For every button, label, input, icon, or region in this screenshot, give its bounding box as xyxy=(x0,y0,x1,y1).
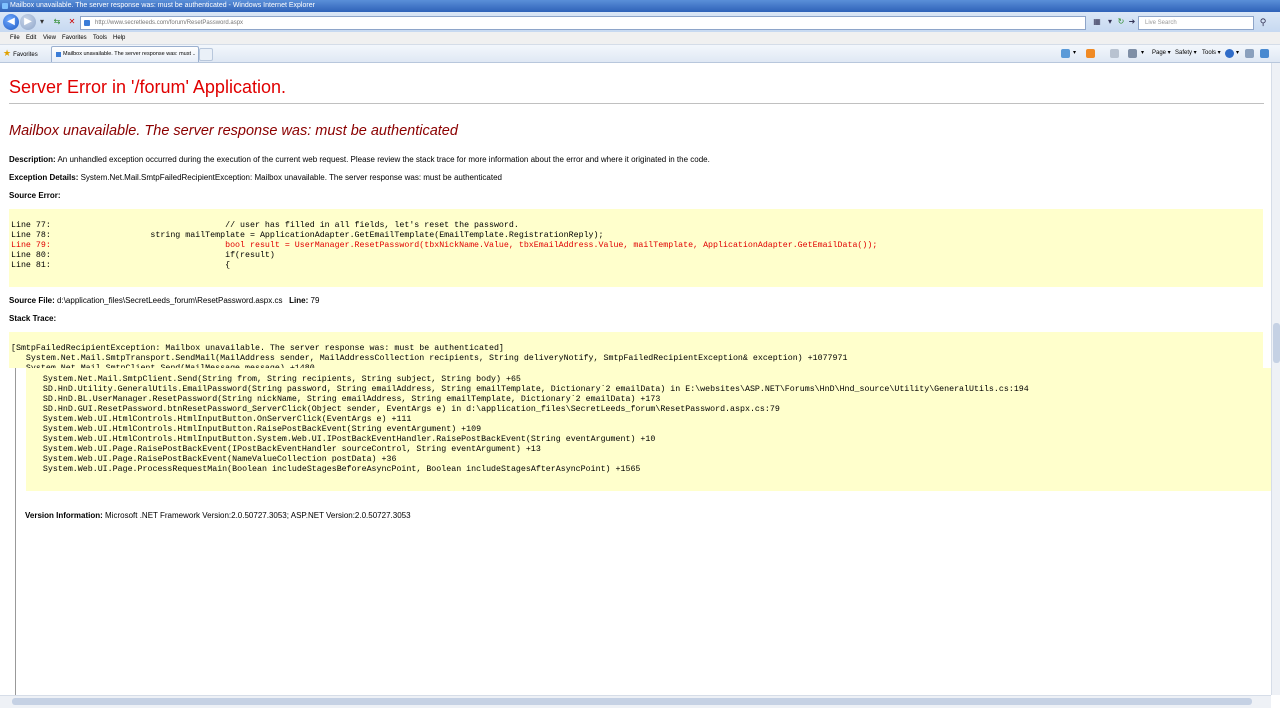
menu-help[interactable]: Help xyxy=(113,32,125,44)
tools-menu-label: Tools xyxy=(1202,50,1217,56)
stack-line: [SmtpFailedRecipientException: Mailbox u… xyxy=(11,344,504,353)
stack-line: SD.HnD.GUI.ResetPassword.btnResetPasswor… xyxy=(28,405,780,414)
search-icon[interactable]: ⚲ xyxy=(1257,16,1269,29)
help-icon[interactable] xyxy=(1225,49,1234,58)
back-button[interactable]: ◀ xyxy=(3,14,19,30)
source-line: Line 81: { xyxy=(11,261,231,270)
search-input[interactable]: Live Search xyxy=(1138,16,1254,30)
vertical-scroll-thumb[interactable] xyxy=(1273,323,1280,363)
line-value: 79 xyxy=(310,296,320,305)
stack-line: System.Web.UI.Page.RaisePostBackEvent(IP… xyxy=(28,445,541,454)
title-divider xyxy=(9,103,1264,104)
recent-pages-icon[interactable]: ▾ xyxy=(37,16,47,28)
source-line: Line 77: // user has filled in all field… xyxy=(11,221,519,230)
favorites-label: Favorites xyxy=(13,52,38,58)
stop-icon[interactable]: ✕ xyxy=(67,16,77,28)
stack-line: SD.HnD.BL.UserManager.ResetPassword(Stri… xyxy=(28,395,661,404)
source-error-label: Source Error: xyxy=(9,191,61,200)
favorites-and-tabs-bar: ★ Favorites Mailbox unavailable. The serv… xyxy=(0,45,1280,63)
help-dropdown-icon[interactable]: ▾ xyxy=(1236,47,1239,60)
safety-menu-label: Safety xyxy=(1175,50,1193,56)
address-toolbar: ◀ ▶ ▾ ⇆ ✕ http://www.secretleeds.com/for… xyxy=(0,12,1280,32)
description-label: Description: xyxy=(9,155,56,164)
tools-menu[interactable]: Tools ▾ xyxy=(1202,47,1221,60)
error-message: Mailbox unavailable. The server response… xyxy=(9,123,458,139)
safety-menu[interactable]: Safety ▾ xyxy=(1175,47,1197,60)
home-dropdown-icon[interactable]: ▾ xyxy=(1073,47,1076,60)
horizontal-scroll-thumb[interactable] xyxy=(12,698,1252,705)
source-file-line: Source File: d:\application_files\Secret… xyxy=(9,296,319,305)
version-label: Version Information: xyxy=(25,511,103,520)
extras-icon[interactable] xyxy=(1260,49,1269,58)
print-icon[interactable] xyxy=(1128,49,1137,58)
stack-line: System.Web.UI.HtmlControls.HtmlInputButt… xyxy=(28,425,482,434)
horizontal-scrollbar[interactable] xyxy=(0,695,1271,708)
page-title: Server Error in '/forum' Application. xyxy=(9,77,286,97)
description-line: Description: An unhandled exception occu… xyxy=(9,155,710,164)
source-line-highlighted: Line 79: bool result = UserManager.Reset… xyxy=(11,241,878,250)
search-placeholder: Live Search xyxy=(1145,20,1177,26)
home-icon[interactable] xyxy=(1061,49,1070,58)
source-line: Line 80: if(result) xyxy=(11,251,275,260)
stack-line: SD.HnD.Utility.GeneralUtils.EmailPasswor… xyxy=(28,385,1029,394)
version-text: Microsoft .NET Framework Version:2.0.507… xyxy=(105,511,411,520)
source-file-text: d:\application_files\SecretLeeds_forum\R… xyxy=(57,296,283,305)
research-icon[interactable] xyxy=(1245,49,1254,58)
source-file-label: Source File: xyxy=(9,296,55,305)
version-line: Version Information: Microsoft .NET Fram… xyxy=(25,511,411,520)
compat-icon[interactable]: ⇆ xyxy=(52,16,62,28)
page-menu[interactable]: Page ▾ xyxy=(1152,47,1171,60)
page-menu-label: Page xyxy=(1152,50,1167,56)
source-error-box: Line 77: // user has filled in all field… xyxy=(9,209,1263,287)
forward-button[interactable]: ▶ xyxy=(20,14,36,30)
page-viewport: Server Error in '/forum' Application. Ma… xyxy=(0,63,1271,695)
stack-line: System.Web.UI.Page.ProcessRequestMain(Bo… xyxy=(28,465,641,474)
stack-trace-box-continued: System.Net.Mail.SmtpClient.Send(String f… xyxy=(26,368,1271,491)
mail-icon[interactable] xyxy=(1110,49,1119,58)
stack-line: System.Web.UI.Page.RaisePostBackEvent(Na… xyxy=(28,455,397,464)
address-field[interactable]: http://www.secretleeds.com/forum/ResetPa… xyxy=(80,16,1086,30)
feeds-icon[interactable] xyxy=(1086,49,1095,58)
favorites-button[interactable]: ★ Favorites xyxy=(3,47,38,60)
menu-view[interactable]: View xyxy=(43,32,56,44)
exception-label: Exception Details: xyxy=(9,173,79,182)
stack-line: System.Net.Mail.SmtpTransport.SendMail(M… xyxy=(11,354,848,363)
url-text: http://www.secretleeds.com/forum/ResetPa… xyxy=(95,20,244,26)
print-dropdown-icon[interactable]: ▾ xyxy=(1141,47,1144,60)
go-icon[interactable]: ➜ xyxy=(1127,16,1137,28)
stack-trace-box: [SmtpFailedRecipientException: Mailbox u… xyxy=(9,332,1263,373)
exception-line: Exception Details: System.Net.Mail.SmtpF… xyxy=(9,173,502,182)
refresh-icon[interactable]: ↻ xyxy=(1116,16,1126,28)
stack-trace-label: Stack Trace: xyxy=(9,314,57,323)
menu-tools[interactable]: Tools xyxy=(93,32,107,44)
rss-status-icon[interactable]: ▦ xyxy=(1092,16,1102,28)
description-text: An unhandled exception occurred during t… xyxy=(57,155,710,164)
vertical-scrollbar[interactable] xyxy=(1271,63,1280,695)
line-label: Line: xyxy=(289,296,309,305)
menu-bar: File Edit View Favorites Tools Help xyxy=(0,32,1280,45)
stack-line: System.Web.UI.HtmlControls.HtmlInputButt… xyxy=(28,435,656,444)
tab-active[interactable]: Mailbox unavailable. The server response… xyxy=(51,46,199,62)
new-tab-button[interactable] xyxy=(199,48,213,61)
stack-line: System.Web.UI.HtmlControls.HtmlInputButt… xyxy=(28,415,412,424)
menu-favorites[interactable]: Favorites xyxy=(62,32,87,44)
address-dropdown-icon[interactable]: ▾ xyxy=(1105,16,1115,28)
tab-page-icon xyxy=(56,52,61,57)
window-titlebar: Mailbox unavailable. The server response… xyxy=(0,0,1280,12)
page-icon xyxy=(84,20,90,26)
tab-label: Mailbox unavailable. The server response… xyxy=(63,51,195,57)
menu-edit[interactable]: Edit xyxy=(26,32,36,44)
menu-file[interactable]: File xyxy=(10,32,20,44)
exception-text: System.Net.Mail.SmtpFailedRecipientExcep… xyxy=(80,173,502,182)
source-line: Line 78: string mailTemplate = Applicati… xyxy=(11,231,604,240)
favorites-star-icon: ★ xyxy=(3,48,12,58)
shifted-render-region: System.Net.Mail.SmtpClient.Send(String f… xyxy=(15,368,1271,695)
stack-line: System.Net.Mail.SmtpClient.Send(String f… xyxy=(28,375,521,384)
window-title: Mailbox unavailable. The server response… xyxy=(10,2,315,9)
ie-app-icon xyxy=(2,3,8,9)
